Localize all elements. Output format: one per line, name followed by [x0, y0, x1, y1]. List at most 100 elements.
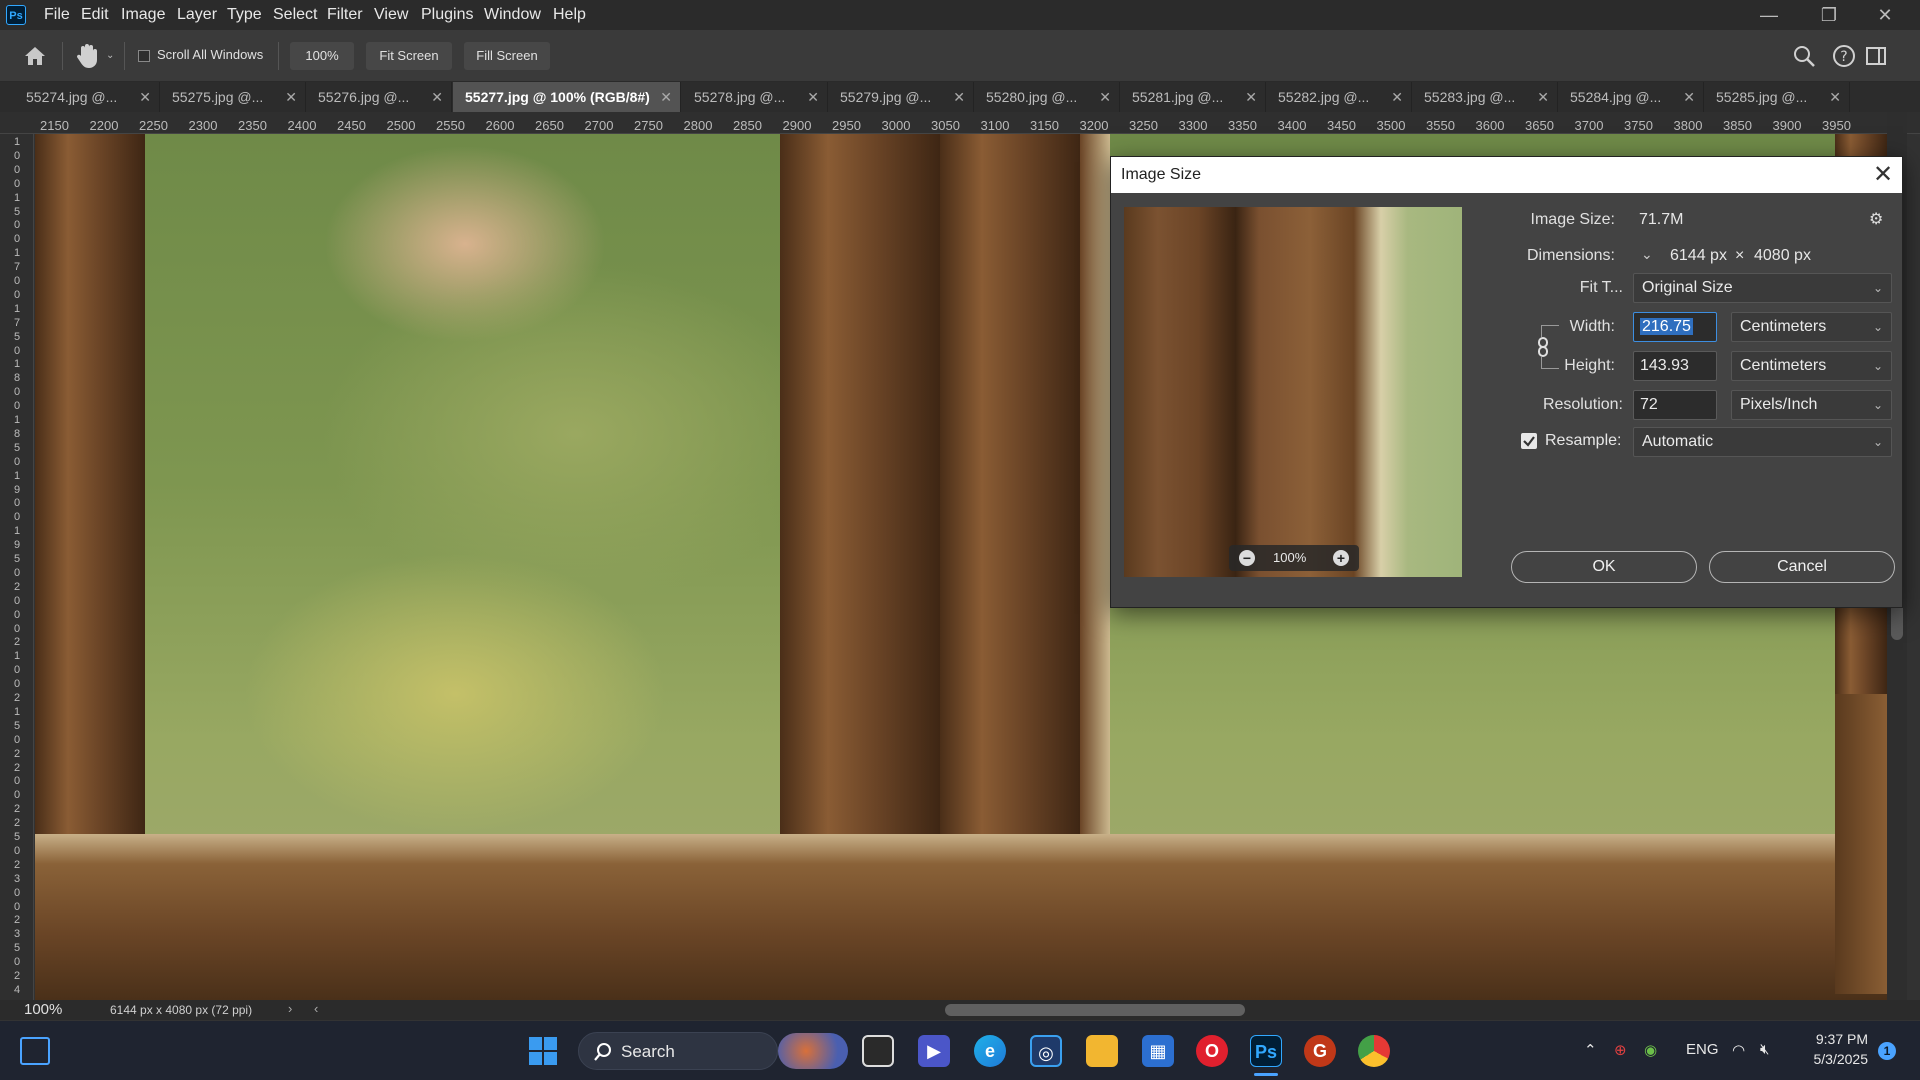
menu-file[interactable]: File — [44, 0, 70, 30]
close-tab-icon[interactable]: ✕ — [285, 82, 297, 112]
scroll-all-windows-checkbox[interactable] — [138, 50, 150, 62]
tab-55284[interactable]: 55284.jpg @... ✕ — [1558, 82, 1704, 112]
tab-55274[interactable]: 55274.jpg @... ✕ — [14, 82, 160, 112]
opera-icon[interactable]: O — [1196, 1035, 1228, 1067]
close-tab-icon[interactable]: ✕ — [1683, 82, 1695, 112]
close-tab-icon[interactable]: ✕ — [660, 82, 672, 112]
menu-edit[interactable]: Edit — [81, 0, 109, 30]
menu-layer[interactable]: Layer — [177, 0, 217, 30]
resolution-unit-select[interactable]: Pixels/Inch ⌄ — [1731, 390, 1892, 420]
menu-help[interactable]: Help — [553, 0, 586, 30]
edge-icon[interactable]: e — [974, 1035, 1006, 1067]
tab-55281[interactable]: 55281.jpg @... ✕ — [1120, 82, 1266, 112]
tab-55276[interactable]: 55276.jpg @... ✕ — [306, 82, 452, 112]
preview-zoom-bar: − 100% + — [1229, 545, 1359, 571]
clock-time[interactable]: 9:37 PM — [1808, 1031, 1868, 1047]
tab-55285[interactable]: 55285.jpg @... ✕ — [1704, 82, 1850, 112]
photoshop-taskbar-icon[interactable]: Ps — [1250, 1035, 1282, 1067]
height-input[interactable]: 143.93 — [1633, 351, 1717, 381]
close-tab-icon[interactable]: ✕ — [1245, 82, 1257, 112]
width-unit-select[interactable]: Centimeters ⌄ — [1731, 312, 1892, 342]
close-tab-icon[interactable]: ✕ — [431, 82, 443, 112]
close-tab-icon[interactable]: ✕ — [139, 82, 151, 112]
search-highlight-image[interactable] — [778, 1033, 848, 1069]
fit-screen-button[interactable]: Fit Screen — [366, 42, 452, 70]
zoom-out-icon[interactable]: − — [1239, 550, 1255, 566]
wifi-icon[interactable]: ◠ — [1732, 1041, 1745, 1059]
horizontal-scroll-thumb[interactable] — [945, 1004, 1245, 1016]
close-tab-icon[interactable]: ✕ — [1829, 82, 1841, 112]
menu-window[interactable]: Window — [484, 0, 541, 30]
chevron-right-icon[interactable]: › — [288, 1001, 292, 1016]
resolution-input[interactable]: 72 — [1633, 390, 1717, 420]
tab-55279[interactable]: 55279.jpg @... ✕ — [828, 82, 974, 112]
ruler-tick-label: 2500 — [386, 118, 416, 133]
ok-button[interactable]: OK — [1511, 551, 1697, 583]
grammarly-icon[interactable]: G — [1304, 1035, 1336, 1067]
dialog-titlebar[interactable]: Image Size ✕ — [1111, 157, 1902, 193]
language-indicator[interactable]: ENG — [1686, 1041, 1719, 1058]
menu-image[interactable]: Image — [121, 0, 165, 30]
dimensions-dropdown-icon[interactable]: ⌄ — [1641, 246, 1653, 263]
fit-to-select[interactable]: Original Size ⌄ — [1633, 273, 1892, 303]
close-tab-icon[interactable]: ✕ — [1099, 82, 1111, 112]
menu-filter[interactable]: Filter — [327, 0, 363, 30]
scroll-left-icon[interactable]: ‹ — [314, 1001, 318, 1016]
chrome-icon[interactable] — [1358, 1035, 1390, 1067]
chevron-up-icon[interactable]: ⌃ — [1584, 1041, 1597, 1059]
chevron-down-icon[interactable]: ⌄ — [106, 50, 114, 61]
tab-55277[interactable]: 55277.jpg @ 100% (RGB/8#) ✕ — [453, 82, 681, 112]
file-explorer-icon[interactable] — [1086, 1035, 1118, 1067]
home-icon[interactable] — [22, 44, 48, 68]
chevron-down-icon: ⌄ — [1872, 435, 1883, 449]
ruler-tick-label: 5 — [14, 553, 21, 565]
microsoft-store-icon[interactable]: ▦ — [1142, 1035, 1174, 1067]
resample-checkbox[interactable] — [1521, 433, 1537, 449]
tab-55282[interactable]: 55282.jpg @... ✕ — [1266, 82, 1412, 112]
close-tab-icon[interactable]: ✕ — [953, 82, 965, 112]
volume-muted-icon[interactable]: 🔇︎ — [1760, 1041, 1769, 1058]
menu-plugins[interactable]: Plugins — [421, 0, 473, 30]
tab-55283[interactable]: 55283.jpg @... ✕ — [1412, 82, 1558, 112]
hand-tool-icon[interactable] — [74, 42, 100, 70]
tab-55275[interactable]: 55275.jpg @... ✕ — [160, 82, 306, 112]
menu-view[interactable]: View — [374, 0, 408, 30]
gear-icon[interactable]: ⚙ — [1869, 209, 1883, 229]
taskbar-search[interactable]: Search — [578, 1032, 778, 1070]
network-globe-icon[interactable]: ◉ — [1644, 1041, 1657, 1059]
fill-screen-button[interactable]: Fill Screen — [464, 42, 550, 70]
workspace-icon[interactable] — [1864, 44, 1888, 68]
height-unit-select[interactable]: Centimeters ⌄ — [1731, 351, 1892, 381]
tab-55280[interactable]: 55280.jpg @... ✕ — [974, 82, 1120, 112]
minimize-button[interactable]: — — [1746, 0, 1792, 30]
close-window-button[interactable]: ✕ — [1862, 0, 1908, 30]
cancel-button[interactable]: Cancel — [1709, 551, 1895, 583]
close-tab-icon[interactable]: ✕ — [1537, 82, 1549, 112]
close-tab-icon[interactable]: ✕ — [807, 82, 819, 112]
zoom-100-button[interactable]: 100% — [290, 42, 354, 70]
tab-55278[interactable]: 55278.jpg @... ✕ — [682, 82, 828, 112]
menu-select[interactable]: Select — [273, 0, 317, 30]
restore-button[interactable]: ❐ — [1806, 0, 1852, 30]
notification-badge[interactable]: 1 — [1878, 1042, 1896, 1060]
start-icon[interactable] — [529, 1037, 557, 1065]
ruler-horizontal[interactable]: 2150 2200 2250 2300 2350 2400 2450 2500 2550 2600… — [0, 112, 1920, 134]
resample-select[interactable]: Automatic ⌄ — [1633, 427, 1892, 457]
menu-type[interactable]: Type — [227, 0, 262, 30]
status-zoom[interactable]: 100% — [24, 1001, 62, 1018]
task-view-icon[interactable] — [862, 1035, 894, 1067]
link-icon[interactable] — [1536, 337, 1550, 357]
widgets-icon[interactable] — [20, 1037, 50, 1065]
ruler-vertical[interactable]: 1000150017001750180018501900195020002100… — [0, 134, 34, 1000]
clock-date[interactable]: 5/3/2025 — [1800, 1051, 1869, 1067]
zoom-in-icon[interactable]: + — [1333, 550, 1349, 566]
close-tab-icon[interactable]: ✕ — [1391, 82, 1403, 112]
help-icon[interactable]: ? — [1832, 44, 1856, 68]
width-input[interactable]: 216.75 — [1633, 312, 1717, 342]
vpn-icon[interactable]: ⊕ — [1614, 1041, 1627, 1059]
search-icon[interactable] — [1792, 44, 1816, 68]
snipping-tool-icon[interactable]: ◎ — [1030, 1035, 1062, 1067]
meet-icon[interactable]: ▶ — [918, 1035, 950, 1067]
image-preview[interactable]: − 100% + — [1124, 207, 1462, 577]
dialog-close-icon[interactable]: ✕ — [1869, 161, 1897, 189]
